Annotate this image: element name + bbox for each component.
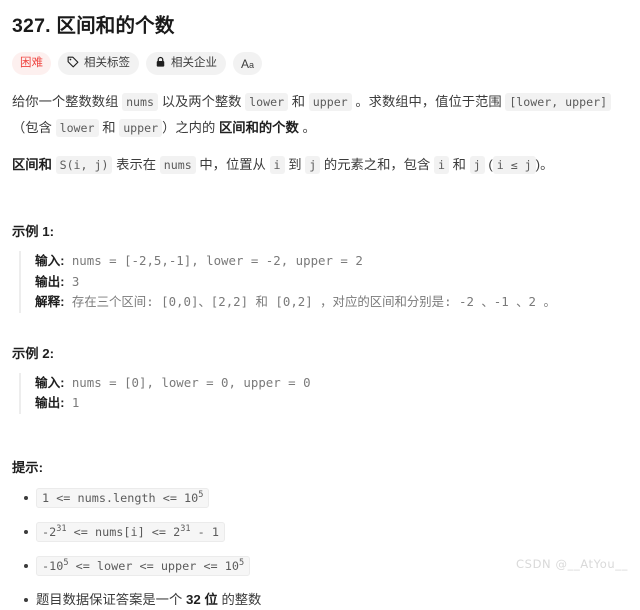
code-sij: S(i, j)	[55, 156, 113, 174]
text-run: 。求数组中，值位于范围	[351, 94, 506, 109]
example-1-block: 输入: nums = [-2,5,-1], lower = -2, upper …	[19, 251, 630, 313]
text-run: 。	[298, 120, 316, 135]
code-i-le-j: i ≤ j	[492, 156, 536, 174]
problem-description-paragraph-2: 区间和 S(i, j) 表示在 nums 中，位置从 i 到 j 的元素之和，包…	[12, 152, 630, 178]
example-2-block: 输入: nums = [0], lower = 0, upper = 0 输出:…	[19, 372, 630, 414]
related-tags-button[interactable]: 相关标签	[58, 52, 139, 75]
example-2-output-label: 输出:	[35, 396, 65, 410]
text-run: 和	[448, 157, 470, 172]
problem-meta-badges: 困难 相关标签 相关企业 Aa	[12, 52, 630, 75]
list-item: 1 <= nums.length <= 105	[12, 487, 630, 508]
code-j: j	[305, 156, 321, 174]
constraint-text: 的整数	[217, 591, 262, 607]
example-2-input-label: 输入:	[35, 375, 65, 390]
code-j-2: j	[469, 156, 485, 174]
list-item: -231 <= nums[i] <= 231 - 1	[12, 521, 630, 542]
code-i: i	[269, 156, 285, 174]
code-upper: upper	[308, 93, 352, 111]
constraint-text: <= nums[i] <= 2	[66, 524, 181, 539]
constraint-value-range: -231 <= nums[i] <= 231 - 1	[36, 521, 225, 542]
superscript: 5	[238, 557, 245, 568]
text-run: 和	[98, 120, 120, 135]
difficulty-badge[interactable]: 困难	[12, 52, 51, 75]
code-nums: nums	[122, 93, 158, 111]
page-title: 327. 区间和的个数	[12, 15, 175, 37]
example-1-input-value: nums = [-2,5,-1], lower = -2, upper = 2	[64, 253, 363, 268]
example-1-input-label: 输入:	[35, 254, 65, 268]
superscript: 31	[180, 523, 191, 534]
text-run: (	[484, 157, 493, 172]
emphasis-32bit: 32 位	[185, 591, 218, 607]
tag-icon	[67, 56, 79, 72]
font-size-button[interactable]: Aa	[233, 52, 263, 75]
difficulty-label: 困难	[20, 56, 43, 69]
text-run: )。	[535, 157, 554, 172]
problem-description-paragraph-1: 给你一个整数数组 nums 以及两个整数 lower 和 upper 。求数组中…	[12, 89, 630, 141]
constraint-text: - 1	[190, 524, 219, 539]
text-run: 给你一个整数数组	[12, 94, 123, 109]
text-run: （包含	[12, 120, 56, 135]
example-1-explain-label: 解释:	[35, 295, 65, 309]
emphasis-range-sum-count: 区间和的个数	[218, 120, 299, 135]
text-run: 到	[284, 157, 306, 172]
code-range: [lower, upper]	[505, 93, 612, 111]
superscript: 5	[198, 489, 204, 500]
font-size-label: Aa	[241, 56, 255, 71]
superscript: 31	[56, 523, 67, 534]
constraint-bounds: -105 <= lower <= upper <= 105	[36, 555, 251, 576]
related-tags-label: 相关标签	[84, 56, 130, 69]
constraint-length: 1 <= nums.length <= 105	[36, 487, 210, 508]
constraint-text: 1 <= nums.length <= 10	[42, 490, 199, 505]
example-1-heading: 示例 1:	[12, 224, 55, 239]
related-companies-button[interactable]: 相关企业	[146, 52, 226, 75]
hints-heading: 提示:	[12, 459, 44, 475]
text-run: 的元素之和，包含	[320, 157, 434, 172]
related-companies-label: 相关企业	[171, 56, 217, 69]
example-2-output-value: 1	[64, 395, 80, 410]
code-lower: lower	[245, 93, 289, 111]
text-run: ）之内的	[162, 120, 219, 135]
code-upper-2: upper	[119, 119, 163, 137]
example-1-output-value: 3	[64, 273, 80, 289]
constraint-text: -2	[42, 524, 57, 539]
code-nums-2: nums	[159, 156, 196, 174]
text-run: 中，位置从	[195, 157, 270, 172]
example-2-heading: 示例 2:	[12, 345, 55, 361]
example-1-explain-value: 存在三个区间: [0,0]、[2,2] 和 [0,2] ，对应的区间和分别是: …	[64, 294, 556, 309]
text-run: 表示在	[112, 157, 160, 172]
code-lower-2: lower	[55, 119, 99, 137]
list-item: 题目数据保证答案是一个 32 位 的整数	[12, 590, 630, 610]
constraint-text: <= lower <= upper <= 10	[68, 558, 239, 573]
hints-list: 1 <= nums.length <= 105 -231 <= nums[i] …	[10, 487, 630, 610]
lock-icon	[155, 56, 166, 72]
code-i-2: i	[433, 156, 449, 174]
watermark: CSDN @__AtYou__	[516, 557, 628, 571]
constraint-text: 题目数据保证答案是一个	[36, 591, 186, 607]
example-1-output-label: 输出:	[35, 274, 65, 289]
problem-page: 327. 区间和的个数 困难 相关标签 相关企业 Aa 给你一个整数数组 num…	[0, 0, 640, 607]
text-run: 和	[288, 94, 309, 109]
example-2-input-value: nums = [0], lower = 0, upper = 0	[64, 374, 311, 390]
constraint-text: -10	[42, 558, 64, 573]
emphasis-range-sum: 区间和	[12, 157, 52, 172]
text-run: 以及两个整数	[158, 94, 246, 109]
